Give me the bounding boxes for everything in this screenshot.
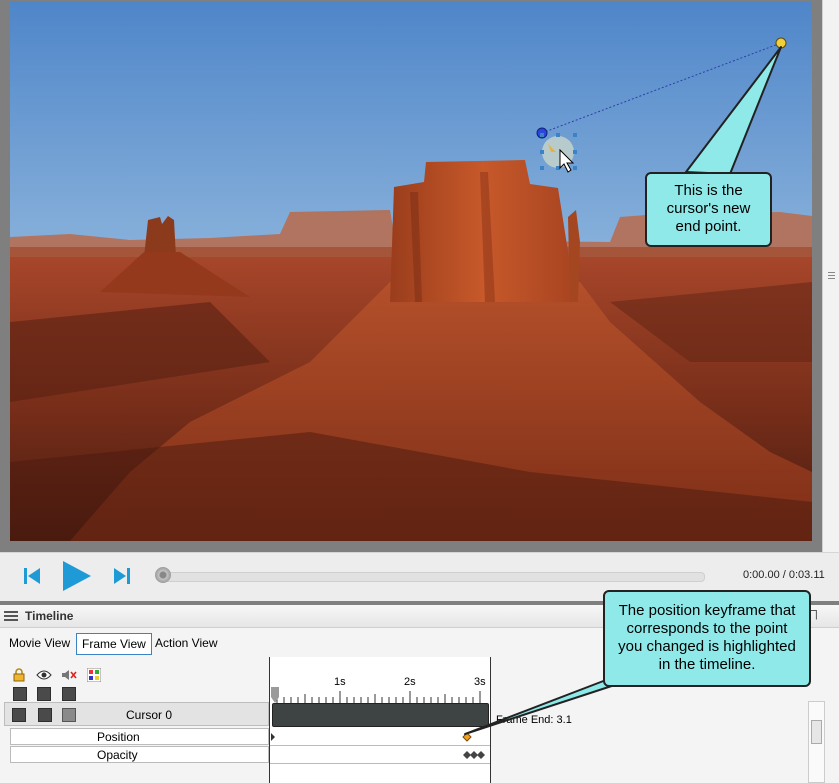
desert-landscape-image xyxy=(10,2,812,541)
playhead-marker[interactable] xyxy=(271,687,279,703)
tab-frame-view[interactable]: Frame View xyxy=(76,633,152,655)
mute-icon[interactable] xyxy=(61,668,77,682)
timeline-callout: The position keyframe that corresponds t… xyxy=(603,590,811,687)
ruler-label-1s: 1s xyxy=(334,676,346,688)
track-name: Cursor 0 xyxy=(126,708,173,722)
track-visibility-toggle[interactable] xyxy=(38,708,52,722)
color-icon[interactable] xyxy=(87,668,101,682)
keyframe-opacity-1[interactable] xyxy=(463,751,471,759)
cursor-clip-bar[interactable] xyxy=(272,703,489,727)
timeline-vertical-scrollbar[interactable] xyxy=(808,701,825,783)
keyframe-opacity-3[interactable] xyxy=(477,751,485,759)
track-lock-toggle[interactable] xyxy=(12,708,26,722)
playback-scrubber[interactable] xyxy=(158,572,705,582)
skip-to-end-icon[interactable] xyxy=(112,566,132,586)
preview-vertical-scrollbar[interactable] xyxy=(822,0,839,552)
mute-all-toggle[interactable] xyxy=(62,687,76,701)
panel-menu-icon[interactable] xyxy=(4,611,18,621)
property-row-opacity[interactable]: Opacity xyxy=(10,746,269,763)
scrollbar-thumb[interactable] xyxy=(811,720,822,744)
keyframe-position-start[interactable] xyxy=(271,733,275,741)
timeline-title: Timeline xyxy=(25,609,74,623)
timeline-callout-text: The position keyframe that corresponds t… xyxy=(618,602,796,673)
property-label: Opacity xyxy=(97,748,138,762)
keyframe-opacity-2[interactable] xyxy=(470,751,478,759)
preview-image xyxy=(10,2,812,541)
property-row-position[interactable]: Position xyxy=(10,728,269,745)
show-all-toggle[interactable] xyxy=(37,687,51,701)
track-list: Cursor 0 Position Opacity xyxy=(0,657,269,783)
timeline-tracks[interactable]: 1s 2s 3s xyxy=(269,657,491,783)
endpoint-callout-text: This is the cursor's new end point. xyxy=(666,182,751,235)
time-readout: 0:00.00 / 0:03.11 xyxy=(743,569,825,581)
ruler-label-2s: 2s xyxy=(404,676,416,688)
keyframe-lane xyxy=(270,732,490,764)
track-row-cursor[interactable]: Cursor 0 xyxy=(4,702,269,726)
play-icon[interactable] xyxy=(60,559,94,593)
tab-action-view[interactable]: Action View xyxy=(150,633,222,653)
preview-panel: This is the cursor's new end point. xyxy=(0,0,839,552)
track-mute-toggle[interactable] xyxy=(62,708,76,722)
skip-to-start-icon[interactable] xyxy=(22,566,42,586)
lock-icon[interactable] xyxy=(12,668,26,682)
ruler-ticks xyxy=(271,687,481,703)
scrollbar-grip[interactable] xyxy=(828,272,835,280)
time-ruler[interactable]: 1s 2s 3s xyxy=(270,657,490,703)
endpoint-callout: This is the cursor's new end point. xyxy=(645,172,772,247)
property-label: Position xyxy=(97,730,140,744)
lock-all-toggle[interactable] xyxy=(13,687,27,701)
tab-movie-view[interactable]: Movie View xyxy=(4,633,75,653)
eye-icon[interactable] xyxy=(36,669,52,681)
scrubber-knob[interactable] xyxy=(155,567,171,583)
